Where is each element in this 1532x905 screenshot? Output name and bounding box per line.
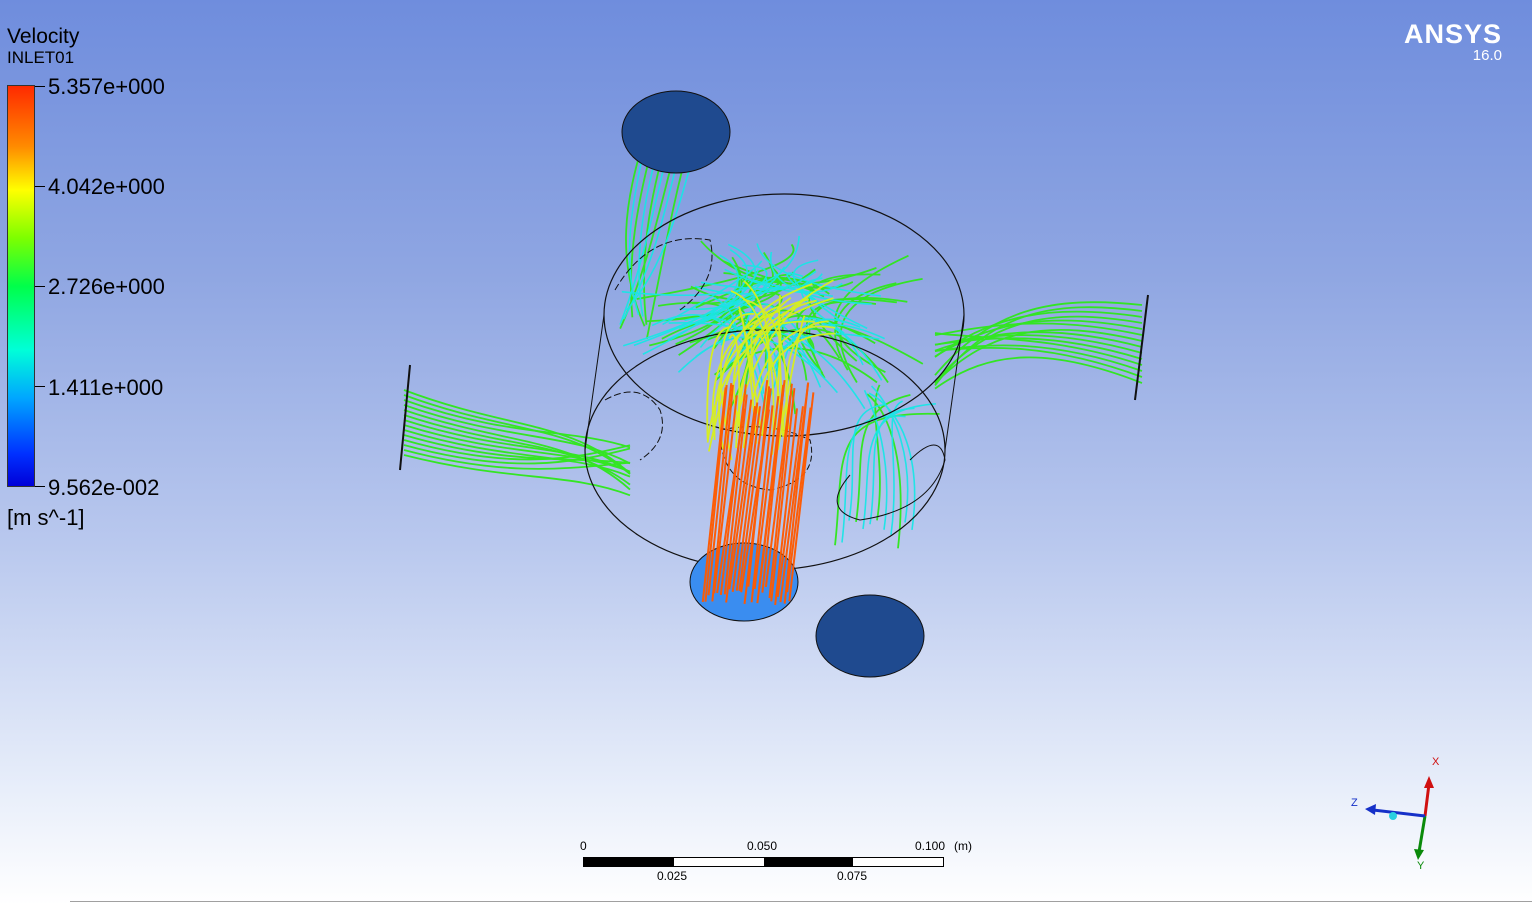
scale-label: 0.100 <box>915 839 946 853</box>
colorbar-tick <box>35 386 45 387</box>
colorbar-tick <box>35 86 45 87</box>
scale-label: 0 <box>580 839 587 853</box>
legend-variable-title: Velocity <box>7 25 80 48</box>
colorbar-tick <box>35 286 45 287</box>
streamline <box>834 412 940 546</box>
cylinder-side-edge <box>584 314 605 451</box>
x-axis-arrow <box>1423 783 1431 817</box>
brand-version: 16.0 <box>1472 47 1502 64</box>
y-axis-arrowhead <box>1414 849 1424 860</box>
colorbar-tick-label: 1.411e+000 <box>48 375 164 400</box>
x-axis-label: X <box>1432 756 1440 768</box>
viewport-bottom-border <box>70 901 1532 902</box>
streamline <box>934 322 1143 337</box>
y-axis-label: Y <box>1417 860 1425 872</box>
legend-location-label: INLET01 <box>7 48 75 67</box>
z-axis-arrow <box>1372 808 1426 818</box>
length-scale-bar: 0 0.050 0.100 (m) 0.025 0.075 <box>578 838 978 888</box>
colorbar-tick <box>35 186 45 187</box>
scale-bar-segments <box>583 857 944 867</box>
port-top-left[interactable] <box>621 90 731 174</box>
z-axis-label: Z <box>1351 797 1358 809</box>
colorbar-tick-label-min: 9.562e-002 <box>48 475 160 500</box>
colorbar-tick-label-max: 5.357e+000 <box>48 74 165 99</box>
y-axis-arrow <box>1417 815 1427 853</box>
colorbar-tick-label: 4.042e+000 <box>48 174 165 199</box>
colorbar-tick-label: 2.726e+000 <box>48 274 165 299</box>
scale-label: 0.075 <box>837 869 868 883</box>
scale-label: 0.050 <box>747 839 778 853</box>
scale-unit: (m) <box>954 839 972 853</box>
scale-label: 0.025 <box>657 869 688 883</box>
axes-triad[interactable]: X Y Z <box>1345 752 1455 872</box>
x-axis-arrowhead <box>1424 776 1434 788</box>
outlet-plane-left <box>399 364 411 471</box>
triad-origin <box>1389 812 1397 820</box>
z-axis-arrowhead <box>1365 804 1376 815</box>
brand-name: ANSYS <box>1403 19 1502 49</box>
port-bottom-right[interactable] <box>815 594 925 678</box>
colorbar-tick <box>35 486 45 487</box>
ansys-logo: ANSYS 16.0 <box>1404 20 1502 64</box>
velocity-colorbar <box>7 85 35 487</box>
legend-unit-label: [m s^-1] <box>7 505 85 530</box>
3d-viewport[interactable] <box>390 80 1170 690</box>
